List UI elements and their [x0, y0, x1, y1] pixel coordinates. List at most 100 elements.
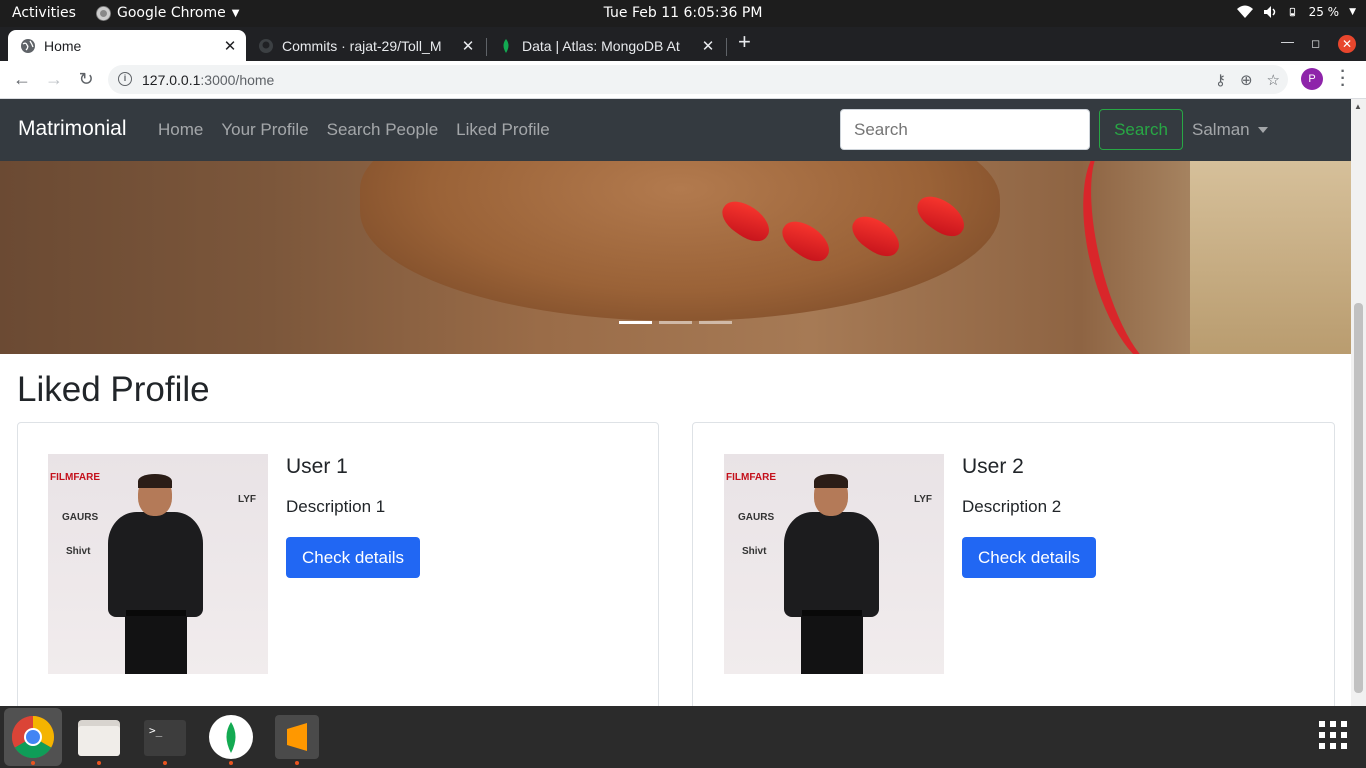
- profile-card: FILMFARE GAURS LYF Shivt User 1 Descript…: [17, 422, 659, 706]
- new-tab-button[interactable]: +: [738, 31, 751, 53]
- tab-strip: Home ✕ Commits · rajat-29/Toll_M ✕ Data …: [0, 27, 1366, 61]
- search-button[interactable]: Search: [1099, 109, 1183, 150]
- chrome-icon: [11, 716, 55, 759]
- zoom-icon[interactable]: ⊕: [1240, 71, 1253, 89]
- page-viewport: Matrimonial Home Your Profile Search Peo…: [0, 99, 1366, 706]
- app-menu[interactable]: Google Chrome ▼: [96, 5, 239, 21]
- running-indicator: [31, 761, 35, 765]
- back-button[interactable]: ←: [11, 69, 33, 90]
- vertical-scrollbar[interactable]: ▲: [1351, 99, 1366, 706]
- tab-github-commits[interactable]: Commits · rajat-29/Toll_M ✕: [246, 30, 484, 61]
- terminal-icon: >_: [144, 720, 186, 756]
- url-text[interactable]: 127.0.0.1:3000/home: [142, 72, 274, 88]
- hands-image: [360, 161, 1000, 321]
- profile-name: User 2: [962, 455, 1024, 478]
- check-details-button[interactable]: Check details: [962, 537, 1096, 578]
- person-figure: [100, 474, 215, 674]
- running-indicator: [295, 761, 299, 765]
- mongodb-leaf-icon: [503, 38, 509, 53]
- profile-description: Description 2: [962, 497, 1062, 516]
- bookmark-star-icon[interactable]: ☆: [1267, 71, 1280, 89]
- github-icon: [259, 38, 273, 53]
- photo-logo: FILMFARE: [50, 472, 100, 483]
- user-dropdown[interactable]: Salman: [1192, 120, 1268, 140]
- system-tray[interactable]: 25 % ▼: [1236, 5, 1356, 19]
- system-top-bar: Activities Google Chrome ▼ Tue Feb 11 6:…: [0, 0, 1366, 27]
- user-name: Salman: [1192, 120, 1250, 139]
- clock[interactable]: Tue Feb 11 6:05:36 PM: [604, 5, 763, 21]
- carousel-indicator[interactable]: [699, 321, 732, 324]
- tab-title: Commits · rajat-29/Toll_M: [282, 37, 442, 54]
- dock-mongodb-compass[interactable]: [202, 708, 260, 766]
- tab-mongodb-atlas[interactable]: Data | Atlas: MongoDB At ✕: [486, 30, 724, 61]
- running-indicator: [97, 761, 101, 765]
- navbar-brand[interactable]: Matrimonial: [18, 117, 127, 141]
- nav-links: Home Your Profile Search People Liked Pr…: [158, 120, 550, 140]
- close-icon[interactable]: ✕: [222, 37, 238, 55]
- check-details-button[interactable]: Check details: [286, 537, 420, 578]
- maximize-button[interactable]: ◻: [1311, 37, 1320, 50]
- photo-logo: FILMFARE: [726, 472, 776, 483]
- volume-icon: [1263, 6, 1275, 18]
- photo-logo: Shivt: [66, 546, 91, 557]
- battery-percent: 25 %: [1308, 5, 1340, 19]
- tab-home[interactable]: Home ✕: [8, 30, 246, 61]
- svg-text:>_: >_: [149, 724, 163, 737]
- globe-icon: [21, 38, 35, 53]
- info-icon[interactable]: i: [118, 72, 132, 86]
- photo-logo: GAURS: [62, 512, 99, 523]
- profile-card: FILMFARE GAURS LYF Shivt User 2 Descript…: [692, 422, 1335, 706]
- profile-photo: FILMFARE GAURS LYF Shivt: [48, 454, 268, 674]
- scroll-up-icon[interactable]: ▲: [1354, 102, 1362, 111]
- profile-description: Description 1: [286, 497, 386, 516]
- battery-icon: [1289, 7, 1295, 17]
- dock-terminal[interactable]: >_: [136, 708, 194, 766]
- tab-title: Home: [44, 37, 82, 54]
- carousel-indicators: [619, 321, 732, 324]
- running-indicator: [163, 761, 167, 765]
- app-menu-label: Google Chrome: [117, 5, 226, 21]
- wifi-icon: [1236, 5, 1253, 18]
- mongodb-compass-icon: [209, 715, 253, 759]
- dock-files[interactable]: [70, 708, 128, 766]
- decor-bangle: [1063, 161, 1207, 354]
- sublime-text-icon: [275, 715, 319, 759]
- tab-separator: [726, 38, 727, 56]
- browser-toolbar: ← → ↻ i 127.0.0.1:3000/home ⚷ ⊕ ☆: [0, 61, 1366, 99]
- profile-avatar[interactable]: P: [1301, 68, 1323, 90]
- minimize-button[interactable]: —: [1281, 34, 1294, 49]
- chrome-menu-icon[interactable]: · · ·: [1337, 64, 1349, 94]
- dock-sublime-text[interactable]: [268, 708, 326, 766]
- hero-carousel[interactable]: [0, 161, 1351, 354]
- address-bar[interactable]: i 127.0.0.1:3000/home ⚷ ⊕ ☆: [108, 65, 1288, 94]
- running-indicator: [229, 761, 233, 765]
- carousel-indicator[interactable]: [659, 321, 692, 324]
- nav-link-liked-profile[interactable]: Liked Profile: [456, 120, 550, 140]
- carousel-indicator[interactable]: [619, 321, 652, 324]
- dock-chrome[interactable]: [4, 708, 62, 766]
- window-close-button[interactable]: ✕: [1338, 35, 1356, 53]
- chevron-down-icon: ▼: [231, 7, 240, 19]
- nav-link-your-profile[interactable]: Your Profile: [221, 120, 308, 140]
- close-icon[interactable]: ✕: [700, 37, 716, 55]
- activities-button[interactable]: Activities: [12, 5, 76, 21]
- forward-button[interactable]: →: [43, 69, 65, 90]
- photo-logo: LYF: [238, 494, 256, 505]
- profile-photo: FILMFARE GAURS LYF Shivt: [724, 454, 944, 674]
- profile-name: User 1: [286, 455, 348, 478]
- close-icon[interactable]: ✕: [460, 37, 476, 55]
- nav-link-search-people[interactable]: Search People: [327, 120, 439, 140]
- key-icon[interactable]: ⚷: [1215, 71, 1226, 89]
- person-figure: [776, 474, 891, 674]
- chevron-down-icon: ▼: [1349, 7, 1356, 17]
- scrollbar-thumb[interactable]: [1354, 303, 1363, 693]
- tab-title: Data | Atlas: MongoDB At: [522, 37, 680, 54]
- site-navbar: Matrimonial Home Your Profile Search Peo…: [0, 99, 1351, 161]
- reload-button[interactable]: ↻: [75, 69, 97, 90]
- show-applications-icon[interactable]: [1319, 721, 1347, 749]
- search-input[interactable]: [840, 109, 1090, 150]
- url-host: 127.0.0.1: [142, 72, 201, 88]
- nav-link-home[interactable]: Home: [158, 120, 203, 140]
- chrome-app-icon: [96, 5, 111, 21]
- section-title: Liked Profile: [17, 370, 210, 409]
